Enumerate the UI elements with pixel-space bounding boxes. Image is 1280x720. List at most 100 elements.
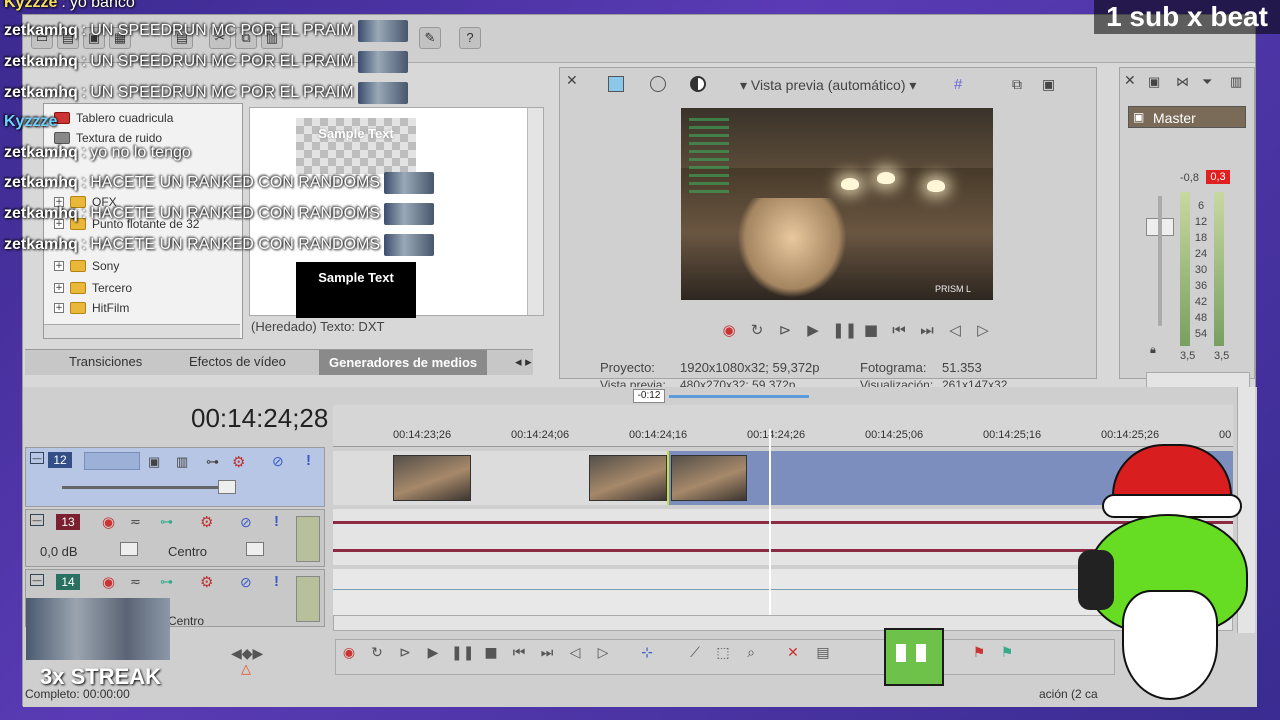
- keyframe-nav-icon[interactable]: ◀◆▶: [231, 645, 263, 662]
- video-frame: PRISM L: [681, 108, 993, 300]
- play-icon[interactable]: ▶: [804, 321, 822, 339]
- loop-icon[interactable]: ↻: [748, 321, 766, 339]
- selection-tool-icon[interactable]: ⬚: [713, 643, 733, 663]
- mixer-insert-icon[interactable]: ▣: [1148, 74, 1160, 90]
- mixer-down-icon[interactable]: ⏷: [1202, 74, 1212, 90]
- arm-record-icon[interactable]: ◉: [102, 513, 115, 531]
- marker-icon[interactable]: ⚑: [969, 643, 989, 663]
- playhead[interactable]: [769, 429, 771, 627]
- play-icon[interactable]: ▶: [423, 643, 443, 663]
- envelope-tool-icon[interactable]: ⟋: [685, 643, 705, 663]
- loop-region-bar[interactable]: [669, 395, 809, 398]
- volume-slider[interactable]: [120, 542, 138, 556]
- collapse-icon[interactable]: —: [30, 574, 44, 586]
- track-fx-icon[interactable]: ⚙: [232, 453, 245, 471]
- tree-item[interactable]: + Tercero: [54, 278, 132, 298]
- tree-item[interactable]: + HitFilm: [54, 298, 129, 318]
- solo-icon[interactable]: !: [274, 573, 279, 590]
- close-icon[interactable]: ✕: [1124, 72, 1136, 89]
- arm-record-icon[interactable]: ◉: [102, 573, 115, 591]
- next-frame-icon[interactable]: ▷: [593, 643, 613, 663]
- mixer-bus-icon[interactable]: ⋈: [1176, 74, 1189, 90]
- expand-icon[interactable]: +: [54, 283, 64, 293]
- pan-slider[interactable]: [246, 542, 264, 556]
- zoom-tool-icon[interactable]: ⌕: [741, 643, 761, 663]
- grid-overlay-icon[interactable]: #: [954, 76, 962, 93]
- preview-thumbnail[interactable]: Sample Text: [296, 118, 416, 174]
- track-fx-icon[interactable]: ⚙: [200, 573, 213, 591]
- horizontal-scrollbar[interactable]: [44, 324, 240, 338]
- tree-item[interactable]: Tablero cuadricula: [54, 108, 173, 128]
- collapse-icon[interactable]: —: [30, 452, 44, 464]
- edit-tool-icon[interactable]: ⊹: [637, 643, 657, 663]
- tab-media-generators[interactable]: Generadores de medios: [319, 350, 488, 375]
- next-frame-icon[interactable]: ▷: [974, 321, 992, 339]
- close-icon[interactable]: ✕: [566, 72, 578, 89]
- emote-icon: [357, 20, 408, 42]
- play-from-start-icon[interactable]: ⊳: [395, 643, 415, 663]
- copy-snapshot-icon[interactable]: ⧉: [1012, 76, 1022, 93]
- prev-frame-icon[interactable]: ◁: [565, 643, 585, 663]
- go-to-start-icon[interactable]: ⏮: [890, 321, 908, 339]
- preview-thumbnail[interactable]: Sample Text: [296, 262, 416, 318]
- preview-mode-dropdown[interactable]: ▾ Vista previa (automático) ▾: [740, 77, 916, 94]
- invert-phase-icon[interactable]: ≂: [130, 574, 141, 590]
- split-screen-icon[interactable]: [690, 76, 706, 92]
- solo-icon[interactable]: !: [274, 513, 279, 530]
- video-clip[interactable]: [671, 455, 747, 501]
- santa-avatar: [1078, 444, 1258, 720]
- save-snapshot-icon[interactable]: ▣: [1042, 76, 1055, 93]
- track-name-field[interactable]: [84, 452, 140, 470]
- mute-icon[interactable]: ⊘: [240, 574, 252, 591]
- lock-icon[interactable]: 🔒︎: [1150, 344, 1156, 357]
- help-pointer-icon[interactable]: ?: [459, 27, 481, 49]
- preview-settings-icon[interactable]: [608, 76, 624, 92]
- track-fx-icon[interactable]: ⚙: [200, 513, 213, 531]
- invert-phase-icon[interactable]: ≂: [130, 514, 141, 530]
- tab-video-effects[interactable]: Efectos de vídeo: [189, 354, 286, 369]
- trim-icon[interactable]: ▤: [813, 643, 833, 663]
- video-clip[interactable]: [393, 455, 471, 501]
- vertical-scrollbar[interactable]: [527, 108, 543, 315]
- stop-icon[interactable]: ■: [862, 321, 880, 339]
- prev-frame-icon[interactable]: ◁: [946, 321, 964, 339]
- folder-icon: [70, 260, 86, 272]
- go-to-start-icon[interactable]: ⏮: [509, 643, 529, 663]
- video-track-header[interactable]: — 12 ▣ ▥ ⊶ ⚙ ⊘ !: [25, 447, 325, 507]
- audio-track-header[interactable]: — 13 ◉ ≂ ⊶ ⚙ ⊘ ! 0,0 dB Centro: [25, 509, 325, 567]
- expand-icon[interactable]: +: [54, 261, 64, 271]
- tree-item[interactable]: + Sony: [54, 256, 119, 276]
- track-motion-icon[interactable]: ▣: [148, 454, 160, 470]
- collapse-icon[interactable]: —: [30, 514, 44, 526]
- go-to-end-icon[interactable]: ⏭: [918, 321, 936, 339]
- record-icon[interactable]: ◉: [720, 321, 738, 339]
- mute-icon[interactable]: ⊘: [240, 514, 252, 531]
- expand-icon[interactable]: +: [54, 303, 64, 313]
- region-icon[interactable]: ⚑: [997, 643, 1017, 663]
- chat-message: zetkamhq: UN SPEEDRUN MC POR EL PRAIM: [4, 20, 408, 42]
- pause-icon[interactable]: ❚❚: [832, 321, 857, 339]
- mixer-scrollbar[interactable]: [1146, 372, 1250, 388]
- chat-message: Kyzzze: yo banco: [4, 0, 135, 11]
- solo-icon[interactable]: !: [306, 452, 311, 469]
- pause-icon[interactable]: ❚❚: [451, 643, 474, 663]
- tab-transitions[interactable]: Transiciones: [69, 354, 142, 369]
- level-slider-thumb[interactable]: [218, 480, 236, 494]
- mute-icon[interactable]: ⊘: [272, 453, 284, 470]
- channel-icon[interactable]: ⊶: [160, 514, 173, 530]
- channel-icon[interactable]: ⊶: [160, 574, 173, 590]
- go-to-end-icon[interactable]: ⏭: [537, 643, 557, 663]
- delete-icon[interactable]: ✕: [783, 643, 803, 663]
- track-pan: Centro: [168, 614, 205, 628]
- compositing-icon[interactable]: ▥: [176, 454, 188, 470]
- video-fx-icon[interactable]: [650, 76, 666, 92]
- mixer-levels-icon[interactable]: ▥: [1230, 74, 1242, 90]
- record-icon[interactable]: ◉: [339, 643, 359, 663]
- paint-icon[interactable]: ✎: [419, 27, 441, 49]
- tab-scroll-icon[interactable]: ◂ ▸: [515, 354, 532, 370]
- video-clip[interactable]: [589, 455, 667, 501]
- play-from-start-icon[interactable]: ⊳: [776, 321, 794, 339]
- loop-icon[interactable]: ↻: [367, 643, 387, 663]
- stop-icon[interactable]: ■: [481, 643, 501, 663]
- composite-mode-icon[interactable]: ⊶: [206, 454, 219, 470]
